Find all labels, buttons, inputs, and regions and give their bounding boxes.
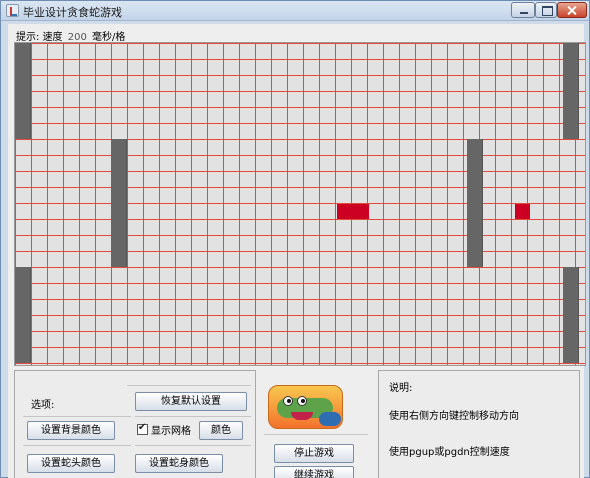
options-divider-1 bbox=[23, 416, 131, 417]
logo-eye-right bbox=[297, 396, 307, 406]
java-cup-icon bbox=[6, 4, 19, 17]
app-window: 毕业设计贪食蛇游戏 提示: 速度 200 毫秒/格 选项: 恢复默认设置 设置背… bbox=[0, 0, 590, 478]
wall-bottom-right bbox=[563, 267, 579, 363]
options-divider-3 bbox=[23, 445, 131, 446]
description-line-1: 使用右侧方向键控制移动方向 bbox=[389, 411, 519, 422]
logo-divider bbox=[264, 434, 368, 435]
logo-mouth bbox=[291, 412, 313, 420]
set-head-color-button[interactable]: 设置蛇头颜色 bbox=[27, 454, 115, 473]
grid-color-button[interactable]: 颜色 bbox=[199, 421, 243, 440]
options-panel: 选项: 恢复默认设置 设置背景颜色 显示网格 颜色 设置蛇头颜色 设置蛇身颜色 bbox=[14, 370, 256, 478]
description-panel: 说明: 使用右侧方向键控制移动方向 使用pgup或pgdn控制速度 bbox=[378, 370, 580, 478]
wall-bottom-left bbox=[15, 267, 31, 363]
restore-defaults-button[interactable]: 恢复默认设置 bbox=[135, 392, 247, 411]
checkbox-checked-icon[interactable] bbox=[137, 422, 148, 435]
food-item bbox=[515, 204, 530, 219]
minimize-button[interactable] bbox=[511, 2, 535, 18]
logo-eye-left bbox=[283, 396, 293, 406]
description-line-2: 使用pgup或pgdn控制速度 bbox=[389, 447, 510, 458]
snake-logo-icon bbox=[268, 385, 343, 429]
wall-top-right bbox=[563, 43, 579, 139]
wall-middle-left bbox=[111, 139, 127, 267]
options-divider-2 bbox=[135, 416, 251, 417]
wall-top-left bbox=[15, 43, 31, 139]
logo-panel: 停止游戏 继续游戏 bbox=[260, 370, 372, 478]
options-divider-4 bbox=[135, 445, 251, 446]
wall-middle-right bbox=[467, 139, 483, 267]
options-divider-top bbox=[127, 385, 251, 386]
content-area: 提示: 速度 200 毫秒/格 选项: 恢复默认设置 设置背景颜色 ✔ 显示网格… bbox=[8, 24, 586, 478]
show-grid-label: 显示网格 bbox=[151, 425, 191, 437]
snake-segment bbox=[337, 204, 369, 219]
game-board[interactable] bbox=[14, 42, 586, 366]
continue-game-button[interactable]: 继续游戏 bbox=[274, 466, 354, 478]
description-title: 说明: bbox=[389, 383, 413, 394]
stop-game-button[interactable]: 停止游戏 bbox=[274, 444, 354, 463]
window-title: 毕业设计贪食蛇游戏 bbox=[23, 6, 122, 19]
options-title: 选项: bbox=[31, 400, 55, 411]
logo-tail bbox=[319, 412, 341, 426]
hint-bar: 提示: 速度 200 毫秒/格 bbox=[16, 28, 125, 43]
set-background-color-button[interactable]: 设置背景颜色 bbox=[27, 421, 115, 440]
show-grid-checkbox[interactable]: 显示网格 bbox=[137, 422, 191, 437]
title-bar[interactable]: 毕业设计贪食蛇游戏 bbox=[1, 1, 589, 21]
maximize-button[interactable] bbox=[535, 2, 557, 18]
set-body-color-button[interactable]: 设置蛇身颜色 bbox=[135, 454, 223, 473]
close-button[interactable] bbox=[557, 2, 587, 18]
